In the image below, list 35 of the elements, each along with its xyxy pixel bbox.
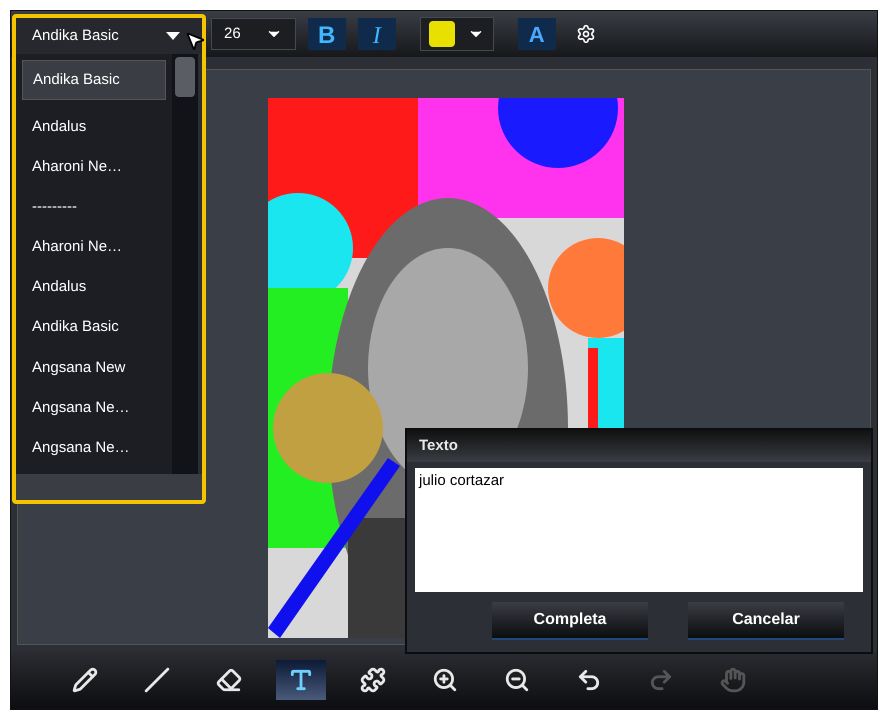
color-select[interactable] [420,17,494,51]
cancel-button[interactable]: Cancelar [688,602,844,640]
zoom-in-icon [432,667,458,693]
italic-button[interactable]: I [358,18,396,50]
dialog-title: Texto [407,430,871,462]
font-size-select[interactable]: 26 [211,18,296,50]
font-list-item[interactable]: Andika Basic [22,60,166,100]
text-settings-icon[interactable] [576,24,596,44]
mouse-pointer-icon [184,30,206,52]
font-list-item[interactable]: Andika Basic [22,308,166,348]
text-effect-button[interactable]: A [518,18,556,50]
hand-icon [720,667,746,693]
puzzle-icon [360,667,386,693]
undo-icon [576,667,602,693]
font-list-item[interactable]: Aharoni Ne… [22,227,166,268]
line-icon [144,667,170,693]
font-list-item[interactable]: --------- [22,187,166,228]
text-icon [288,667,314,693]
complete-button[interactable]: Completa [492,602,648,640]
eraser-icon [216,667,242,693]
font-list-item[interactable]: Angsana New [22,348,166,388]
text-input[interactable]: julio cortazar [415,468,863,592]
scrollbar[interactable] [172,54,198,474]
pencil-icon [72,667,98,693]
font-select[interactable]: Andika Basic [16,18,202,54]
font-list-item[interactable]: Angsana Ne… [22,388,166,428]
font-list-item[interactable]: Aharoni Ne… [22,147,166,188]
text-tool[interactable] [276,660,326,700]
font-list-item[interactable]: Angsana Ne… [22,428,166,468]
zoom-out-icon [504,667,530,693]
font-list-item[interactable]: Andalus [22,268,166,308]
bold-button[interactable]: B [308,18,346,50]
font-list-item[interactable]: Andalus [22,107,166,148]
redo-icon [648,667,674,693]
caret-icon [166,32,180,40]
